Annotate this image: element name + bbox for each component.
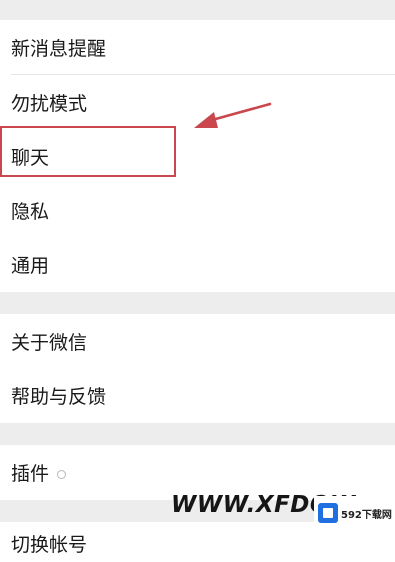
settings-item-label: 切换帐号 (11, 534, 88, 556)
watermark-logo: 592下载网 (314, 496, 395, 530)
plugin-indicator-icon (57, 469, 67, 479)
settings-item-label: 帮助与反馈 (11, 386, 107, 408)
settings-item-chat[interactable]: 聊天 (0, 129, 395, 184)
settings-item-general[interactable]: 通用 (0, 237, 395, 292)
settings-item-do-not-disturb[interactable]: 勿扰模式 (0, 75, 395, 130)
logo-icon (318, 503, 338, 523)
settings-item-about[interactable]: 关于微信 (0, 314, 395, 369)
section-gap (0, 423, 395, 445)
section-gap-top (0, 0, 395, 20)
settings-item-help-feedback[interactable]: 帮助与反馈 (0, 368, 395, 423)
settings-item-label: 勿扰模式 (11, 93, 88, 115)
settings-item-new-message-notify[interactable]: 新消息提醒 (0, 20, 395, 75)
settings-item-label: 聊天 (11, 147, 50, 169)
settings-item-label: 新消息提醒 (11, 38, 107, 60)
settings-item-label: 插件 (11, 463, 50, 485)
watermark-logo-text: 592下载网 (341, 509, 392, 521)
settings-item-label: 隐私 (11, 201, 50, 223)
settings-item-privacy[interactable]: 隐私 (0, 183, 395, 238)
settings-item-label: 通用 (11, 255, 50, 277)
section-gap (0, 292, 395, 314)
settings-item-label: 关于微信 (11, 332, 88, 354)
